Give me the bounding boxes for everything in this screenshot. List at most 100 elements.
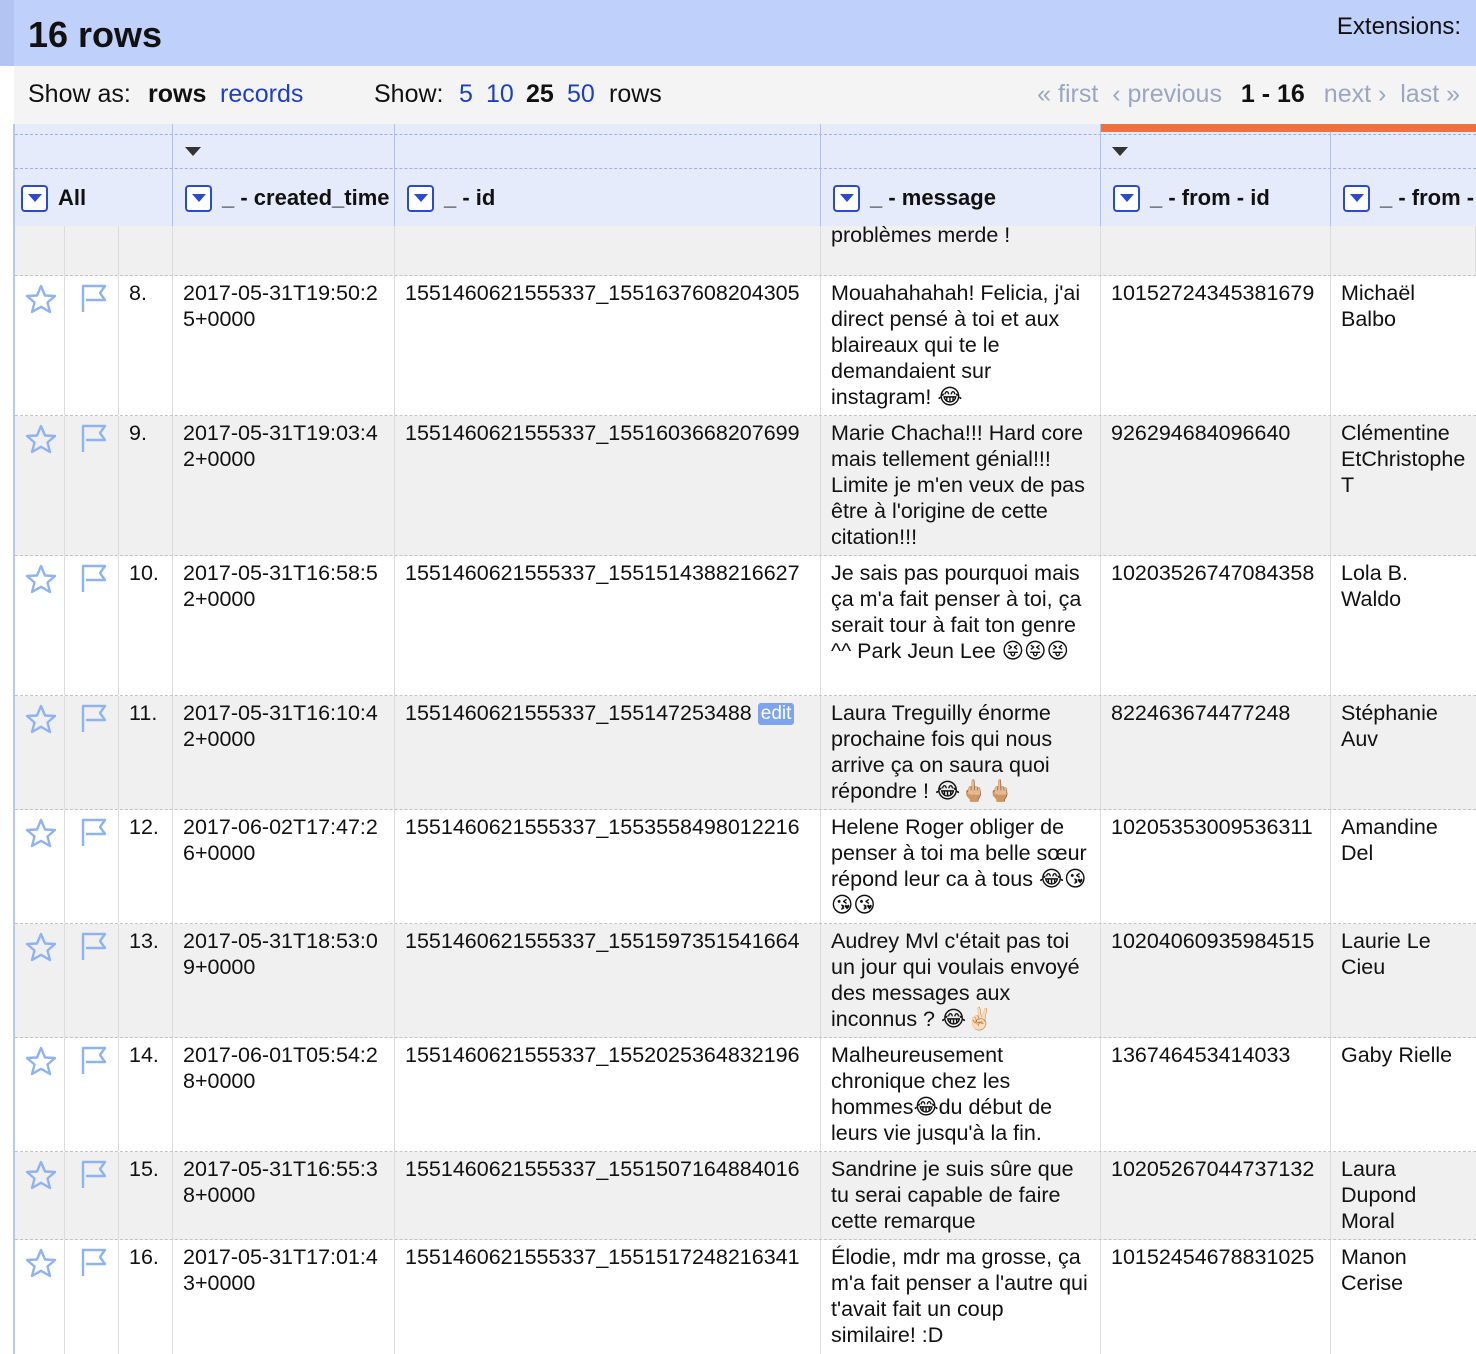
flag-icon[interactable] bbox=[75, 282, 109, 314]
id-cell[interactable]: 1551460621555337_1551637608204305 bbox=[395, 276, 821, 415]
group-dropdown-arrow-icon[interactable] bbox=[185, 147, 201, 156]
message-cell[interactable]: Sandrine je suis sûre que tu serai capab… bbox=[821, 1152, 1101, 1239]
flag-cell bbox=[65, 556, 119, 695]
star-icon[interactable] bbox=[25, 818, 57, 848]
message: Sandrine je suis sûre que tu serai capab… bbox=[831, 1157, 1074, 1233]
star-icon[interactable] bbox=[25, 1248, 57, 1278]
star-icon[interactable] bbox=[25, 564, 57, 594]
message-cell[interactable]: Malheureusement chronique chez les homme… bbox=[821, 1038, 1101, 1151]
show-as-label: Show as: bbox=[28, 80, 131, 108]
from-id-cell[interactable]: 10204060935984515 bbox=[1101, 924, 1331, 1037]
column-menu-dropdown-icon[interactable] bbox=[21, 184, 48, 212]
edit-button[interactable]: edit bbox=[757, 703, 795, 725]
id-cell[interactable]: 1551460621555337_155147253488 edit bbox=[395, 696, 821, 809]
from-id-cell[interactable]: 136746453414033 bbox=[1101, 1038, 1331, 1151]
flag-icon[interactable] bbox=[75, 816, 109, 848]
created-time-cell[interactable]: 2017-05-31T17:01:43+0000 bbox=[173, 1240, 395, 1354]
message-cell[interactable]: Helene Roger obliger de penser à toi ma … bbox=[821, 810, 1101, 923]
flag-cell bbox=[65, 1152, 119, 1239]
table-row: 9. 2017-05-31T19:03:42+0000 15514606215553… bbox=[15, 416, 1476, 556]
from-id: 926294684096640 bbox=[1111, 421, 1291, 445]
group-dropdown-arrow-icon[interactable] bbox=[1112, 147, 1128, 156]
id-cell[interactable]: 1551460621555337_1551597351541664 bbox=[395, 924, 821, 1037]
pager-previous[interactable]: ‹ previous bbox=[1112, 80, 1222, 108]
flag-icon[interactable] bbox=[75, 422, 109, 454]
id-cell[interactable]: 1551460621555337_1551514388216627 bbox=[395, 556, 821, 695]
pager-last[interactable]: last » bbox=[1400, 80, 1460, 108]
from-name-cell[interactable]: Lola B. Waldo bbox=[1331, 556, 1476, 695]
table-row: 15. 2017-05-31T16:55:38+0000 1551460621555… bbox=[15, 1152, 1476, 1240]
created-time-cell[interactable]: 2017-05-31T16:10:42+0000 bbox=[173, 696, 395, 809]
show-10-link[interactable]: 10 bbox=[486, 80, 514, 109]
created-time-cell[interactable]: 2017-05-31T19:50:25+0000 bbox=[173, 276, 395, 415]
message-cell[interactable]: Élodie, mdr ma grosse, ça m'a fait pense… bbox=[821, 1240, 1101, 1354]
from-id-cell[interactable]: 926294684096640 bbox=[1101, 416, 1331, 555]
id-cell[interactable]: 1551460621555337_1551517248216341 bbox=[395, 1240, 821, 1354]
column-menu-dropdown-icon[interactable] bbox=[407, 184, 434, 212]
from-name-cell[interactable]: Gaby Rielle bbox=[1331, 1038, 1476, 1151]
message: Laura Treguilly énorme prochaine fois qu… bbox=[831, 701, 1053, 803]
from-name-cell[interactable]: Clémentine EtChristophe T bbox=[1331, 416, 1476, 555]
table-row: aussi ça m'aurait évité des problèmes me… bbox=[15, 226, 1476, 276]
extensions-label[interactable]: Extensions: bbox=[1337, 13, 1461, 41]
message-cell[interactable]: Marie Chacha!!! Hard core mais tellement… bbox=[821, 416, 1101, 555]
id-cell[interactable]: 1551460621555337_1551603668207699 bbox=[395, 416, 821, 555]
id-cell[interactable]: 1551460621555337_1552025364832196 bbox=[395, 1038, 821, 1151]
star-icon[interactable] bbox=[25, 1160, 57, 1190]
created-time-cell[interactable]: 2017-06-02T17:47:26+0000 bbox=[173, 810, 395, 923]
row-number-cell: 13. bbox=[119, 924, 173, 1037]
from-id: 136746453414033 bbox=[1111, 1043, 1291, 1067]
flag-icon[interactable] bbox=[75, 562, 109, 594]
created-time: 2017-06-01T05:54:28+0000 bbox=[183, 1043, 378, 1093]
column-header-all: All bbox=[21, 182, 171, 214]
row-number: 10. bbox=[129, 561, 159, 585]
star-cell bbox=[15, 810, 65, 923]
from-id-cell[interactable]: 10152724345381679 bbox=[1101, 276, 1331, 415]
from-id: 10205353009536311 bbox=[1111, 815, 1313, 839]
pager-next[interactable]: next › bbox=[1324, 80, 1387, 108]
star-icon[interactable] bbox=[25, 932, 57, 962]
message-cell[interactable]: Mouahahahah! Felicia, j'ai direct pensé … bbox=[821, 276, 1101, 415]
row-number-cell: 11. bbox=[119, 696, 173, 809]
created-time-cell[interactable]: 2017-05-31T19:03:42+0000 bbox=[173, 416, 395, 555]
show-5-link[interactable]: 5 bbox=[459, 80, 473, 109]
show-as-records-link[interactable]: records bbox=[220, 80, 303, 109]
from-name-cell[interactable]: Laura Dupond Moral bbox=[1331, 1152, 1476, 1239]
column-menu-dropdown-icon[interactable] bbox=[1113, 184, 1140, 212]
from-id-cell[interactable]: 822463674477248 bbox=[1101, 696, 1331, 809]
star-icon[interactable] bbox=[25, 704, 57, 734]
column-menu-dropdown-icon[interactable] bbox=[1343, 184, 1370, 212]
from-id-cell[interactable]: 10203526747084358 bbox=[1101, 556, 1331, 695]
message-cell[interactable]: Audrey Mvl c'était pas toi un jour qui v… bbox=[821, 924, 1101, 1037]
flag-icon[interactable] bbox=[75, 702, 109, 734]
id-cell[interactable]: 1551460621555337_1553558498012216 bbox=[395, 810, 821, 923]
flag-icon[interactable] bbox=[75, 1044, 109, 1076]
from-id-cell[interactable]: 10205353009536311 bbox=[1101, 810, 1331, 923]
flag-icon[interactable] bbox=[75, 1246, 109, 1278]
message-cell[interactable]: Je sais pas pourquoi mais ça m'a fait pe… bbox=[821, 556, 1101, 695]
star-icon[interactable] bbox=[25, 1046, 57, 1076]
from-id: 10204060935984515 bbox=[1111, 929, 1315, 953]
from-id-cell[interactable]: 10205267044737132 bbox=[1101, 1152, 1331, 1239]
from-id-cell[interactable]: 10152454678831025 bbox=[1101, 1240, 1331, 1354]
column-menu-dropdown-icon[interactable] bbox=[185, 184, 212, 212]
pager-first[interactable]: « first bbox=[1037, 80, 1098, 108]
id-cell[interactable]: 1551460621555337_1551507164884016 bbox=[395, 1152, 821, 1239]
created-time-cell[interactable]: 2017-05-31T16:58:52+0000 bbox=[173, 556, 395, 695]
from-name-cell[interactable]: Manon Cerise bbox=[1331, 1240, 1476, 1354]
message-cell[interactable]: Laura Treguilly énorme prochaine fois qu… bbox=[821, 696, 1101, 809]
created-time-cell[interactable]: 2017-05-31T16:55:38+0000 bbox=[173, 1152, 395, 1239]
star-icon[interactable] bbox=[25, 424, 57, 454]
from-name-cell[interactable]: Amandine Del bbox=[1331, 810, 1476, 923]
from-name-cell[interactable]: Stéphanie Auv bbox=[1331, 696, 1476, 809]
from-name-cell[interactable]: Michaël Balbo bbox=[1331, 276, 1476, 415]
from-name-cell[interactable]: Laurie Le Cieu bbox=[1331, 924, 1476, 1037]
show-50-link[interactable]: 50 bbox=[567, 80, 595, 109]
star-icon[interactable] bbox=[25, 284, 57, 314]
created-time-cell[interactable]: 2017-05-31T18:53:09+0000 bbox=[173, 924, 395, 1037]
created-time-cell[interactable]: 2017-06-01T05:54:28+0000 bbox=[173, 1038, 395, 1151]
flag-icon[interactable] bbox=[75, 1158, 109, 1190]
column-separator bbox=[1330, 124, 1331, 226]
column-menu-dropdown-icon[interactable] bbox=[833, 184, 860, 212]
flag-icon[interactable] bbox=[75, 930, 109, 962]
